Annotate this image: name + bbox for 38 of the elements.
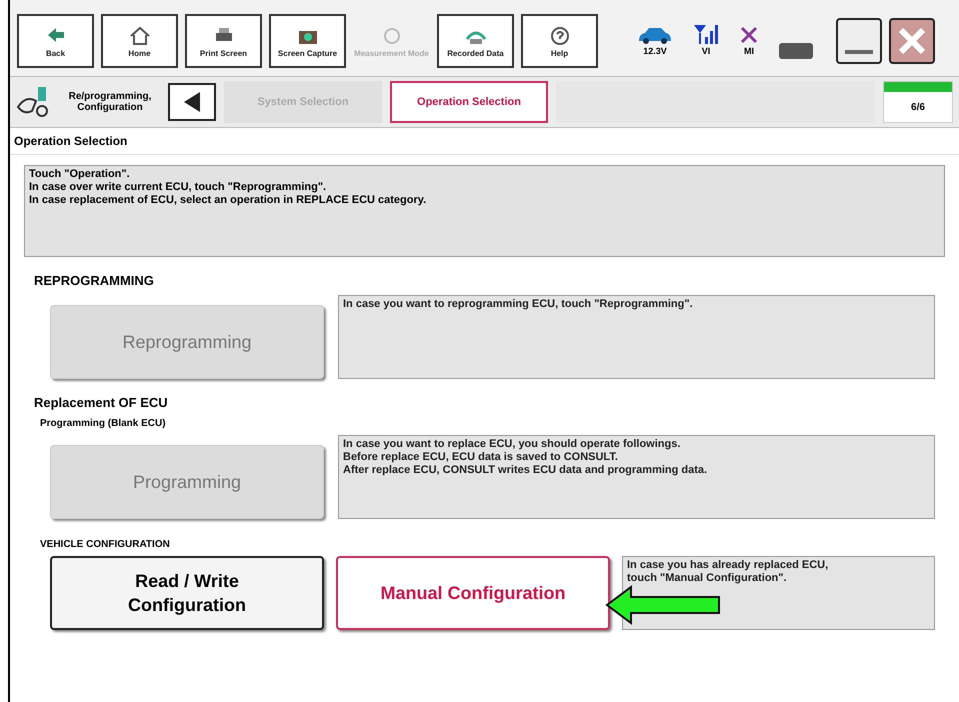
description-text: touch "Manual Configuration". xyxy=(627,572,788,585)
back-step-button[interactable] xyxy=(168,83,216,121)
toolbar-button[interactable]: Recorded Data xyxy=(437,14,514,68)
description-text: In case you has already replaced ECU, xyxy=(627,559,830,572)
description-text: Before replace ECU, ECU data is saved to CONSULT. xyxy=(343,451,619,464)
instruction-text: In case over write current ECU, touch "Reprogramming". xyxy=(29,181,328,194)
toolbar-button[interactable]: Back xyxy=(17,14,94,68)
status-label: VI xyxy=(702,45,710,58)
group-subtitle: Programming (Blank ECU) xyxy=(40,417,167,431)
instruction-text: Touch "Operation". xyxy=(29,168,131,181)
cross-icon xyxy=(739,25,759,46)
toolbar-button[interactable]: Help xyxy=(521,14,598,68)
section-title: Operation Selection xyxy=(10,128,959,155)
progress-label: 6/6 xyxy=(910,101,926,115)
instruction-text: In case replacement of ECU, select an operation in REPLACE ECU category. xyxy=(29,194,428,207)
group-subtitle: VEHICLE CONFIGURATION xyxy=(40,538,171,552)
blank-button[interactable] xyxy=(836,18,882,64)
description-text: In case you want to replace ECU, you should operate followings. xyxy=(343,438,682,451)
group-title: REPROGRAMMING xyxy=(34,272,155,290)
close-icon xyxy=(897,26,927,56)
battery-icon xyxy=(779,42,813,59)
breadcrumb-title: Re/programming, Configuration xyxy=(68,91,152,113)
car-icon xyxy=(637,25,673,46)
left-triangle-icon xyxy=(182,90,202,114)
dash-icon xyxy=(845,50,873,54)
signal-icon xyxy=(693,23,719,46)
step-tab[interactable]: Operation Selection xyxy=(390,81,548,123)
status-label: 12.3V xyxy=(643,45,667,58)
description-text: After replace ECU, CONSULT writes ECU data and programming data. xyxy=(343,464,708,477)
operation-button[interactable]: Manual Configuration xyxy=(336,556,610,630)
description-text: In case you want to reprogramming ECU, touch "Reprogramming". xyxy=(343,298,694,310)
status-label: MI xyxy=(744,45,754,58)
toolbar-button[interactable]: Print Screen xyxy=(185,14,262,68)
toolbar-button[interactable]: Home xyxy=(101,14,178,68)
close-button[interactable] xyxy=(889,18,935,64)
toolbar-button[interactable]: Screen Capture xyxy=(269,14,346,68)
operation-button[interactable]: Read / Write Configuration xyxy=(50,556,324,630)
group-title: Replacement OF ECU xyxy=(34,394,169,412)
